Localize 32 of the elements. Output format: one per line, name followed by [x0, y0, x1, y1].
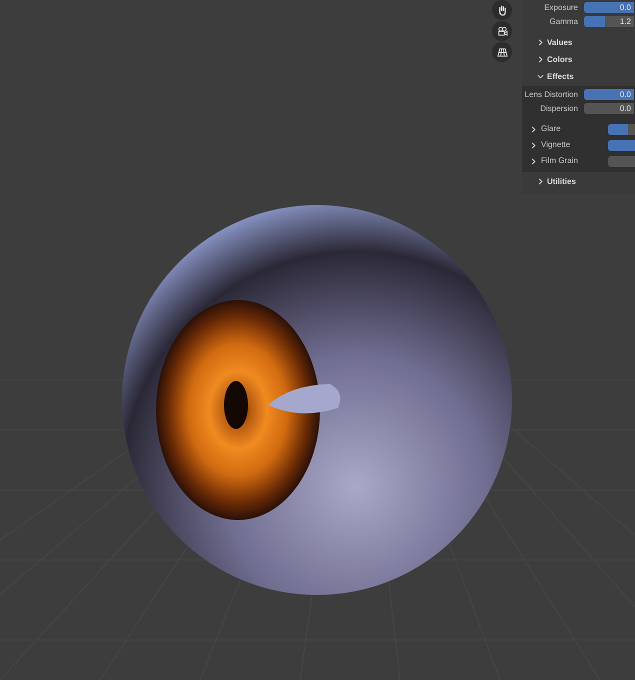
- value-slider[interactable]: [608, 140, 635, 150]
- chevron-right-icon: [530, 158, 537, 164]
- field-label: Exposure: [543, 2, 579, 14]
- value-slider[interactable]: 0.0: [584, 89, 634, 100]
- chevron-right-icon: [530, 126, 537, 132]
- slider-value: 0.0: [620, 103, 632, 114]
- chevron-right-icon: [537, 56, 544, 63]
- value-slider[interactable]: [608, 156, 635, 166]
- field-label: Lens Distortion: [524, 88, 579, 100]
- camera-icon[interactable]: [492, 21, 512, 41]
- subpanel-header[interactable]: Glare: [522, 123, 608, 135]
- subpanel-header[interactable]: Vignette: [522, 139, 608, 151]
- hand-icon[interactable]: [492, 0, 512, 20]
- chevron-right-icon: [537, 39, 544, 46]
- field-label: Gamma: [548, 16, 579, 28]
- field-label: Dispersion: [539, 102, 579, 114]
- slider-value: 1.2: [620, 16, 632, 27]
- chevron-right-icon: [530, 142, 537, 148]
- subpanel-header[interactable]: Film Grain: [522, 155, 608, 167]
- value-slider[interactable]: 0.0: [584, 103, 634, 114]
- chevron-right-icon: [537, 178, 544, 185]
- section-header[interactable]: Colors: [522, 51, 635, 68]
- slider-value: 0.0: [620, 89, 632, 100]
- section-header[interactable]: Effects: [522, 68, 635, 85]
- value-slider[interactable]: 0.0: [584, 2, 634, 13]
- grid-icon[interactable]: [492, 42, 512, 62]
- slider-value: 0.0: [620, 2, 632, 13]
- value-slider[interactable]: 1.2: [584, 16, 634, 27]
- section-header[interactable]: Values: [522, 34, 635, 51]
- chevron-down-icon: [537, 73, 544, 80]
- value-slider[interactable]: [608, 124, 635, 134]
- section-header[interactable]: Utilities: [522, 173, 635, 190]
